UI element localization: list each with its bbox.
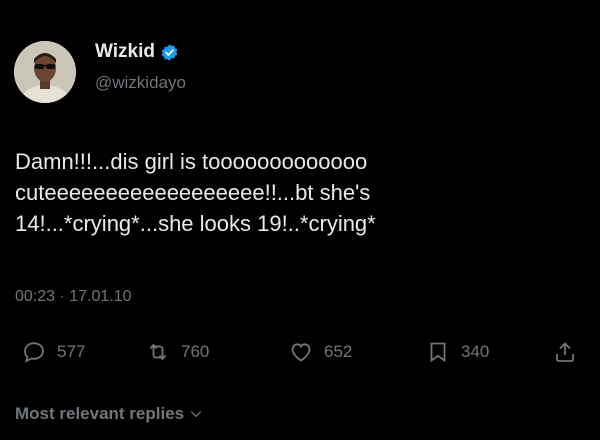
reply-button[interactable]: 577 xyxy=(22,338,85,366)
tweet-time[interactable]: 00:23 xyxy=(15,288,55,305)
timestamp-separator: · xyxy=(59,288,65,305)
author-handle[interactable]: @wizkidayo xyxy=(95,73,186,93)
avatar[interactable] xyxy=(14,41,76,103)
reply-count: 577 xyxy=(57,342,86,361)
verified-badge-icon xyxy=(161,43,178,61)
share-icon xyxy=(556,342,574,362)
bookmark-count: 340 xyxy=(461,342,490,361)
like-count: 652 xyxy=(324,342,353,361)
bookmark-button[interactable]: 340 xyxy=(426,338,489,366)
replies-sort-label[interactable]: Most relevant replies xyxy=(15,404,184,424)
most-relevant-replies-toggle[interactable]: Most relevant replies xyxy=(15,404,204,424)
reply-icon xyxy=(24,342,44,363)
bookmark-icon xyxy=(430,342,446,363)
retweet-button[interactable]: 760 xyxy=(146,338,209,366)
tweet-timestamp[interactable]: 00:23 · 17.01.10 xyxy=(15,288,132,306)
share-button[interactable] xyxy=(553,338,588,366)
like-button[interactable]: 652 xyxy=(289,338,352,366)
author-display-name[interactable]: Wizkid xyxy=(95,41,155,63)
retweet-count: 760 xyxy=(181,342,210,361)
tweet-date[interactable]: 17.01.10 xyxy=(69,288,131,305)
tweet-actions-bar: 577 760 652 340 xyxy=(15,338,585,366)
heart-icon xyxy=(291,343,311,362)
tweet-text: Damn!!!...dis girl is tooooooooooooo cut… xyxy=(15,149,376,236)
chevron-down-icon[interactable] xyxy=(188,406,204,422)
retweet-icon xyxy=(149,343,167,361)
author-name-row[interactable]: Wizkid xyxy=(95,40,179,64)
avatar-image xyxy=(14,41,76,103)
